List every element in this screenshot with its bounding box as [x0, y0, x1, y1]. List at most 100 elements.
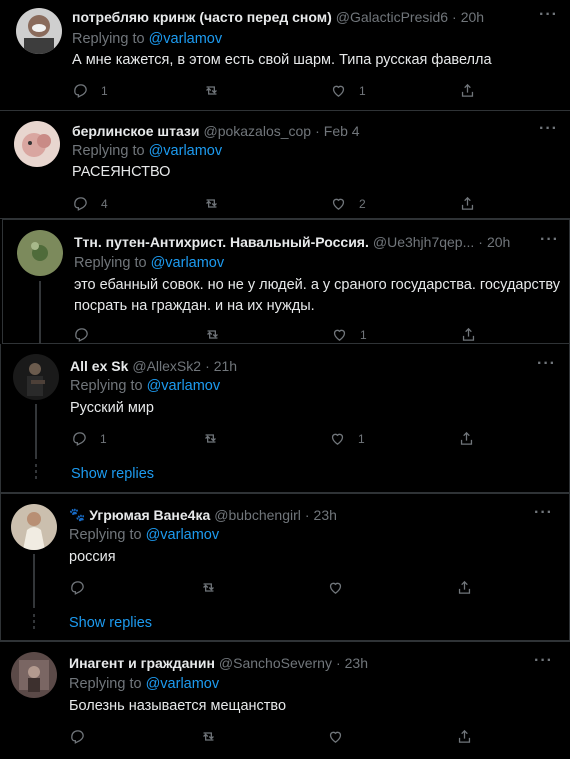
avatar[interactable]: [11, 504, 57, 550]
like-count: 1: [358, 431, 365, 446]
display-name[interactable]: All ex Sk: [70, 358, 128, 374]
like-button[interactable]: [327, 728, 344, 745]
reply-tweet[interactable]: Ттн. путен-Антихрист. Навальный-Россия. …: [2, 219, 570, 344]
reply-button[interactable]: 4: [72, 195, 108, 212]
mention-link[interactable]: @varlamov: [151, 255, 225, 271]
timestamp[interactable]: 23h: [345, 655, 368, 671]
like-button[interactable]: 1: [331, 326, 367, 343]
reply-tweet[interactable]: потребляю кринж (часто перед сном) @Gala…: [0, 0, 570, 111]
share-button[interactable]: [459, 195, 476, 212]
like-icon: [332, 85, 345, 97]
replying-to: Replying to @varlamov: [69, 676, 220, 692]
reply-tweet[interactable]: All ex Sk @AllexSk2 · 21h ··· Replying t…: [0, 344, 570, 493]
retweet-button[interactable]: [203, 82, 220, 99]
user-handle[interactable]: @pokazalos_cop: [203, 123, 311, 139]
retweet-button[interactable]: [202, 430, 219, 447]
share-icon: [462, 327, 475, 341]
separator-dot: ·: [304, 507, 310, 523]
share-icon: [461, 196, 474, 210]
avatar[interactable]: [14, 121, 60, 167]
share-button[interactable]: [456, 579, 473, 596]
retweet-button[interactable]: [204, 326, 221, 343]
more-icon[interactable]: ···: [539, 6, 558, 24]
more-icon[interactable]: ···: [537, 355, 556, 373]
mention-link[interactable]: @varlamov: [146, 527, 220, 543]
show-replies-link[interactable]: Show replies: [71, 466, 154, 482]
retweet-icon: [203, 732, 214, 741]
reply-tweet[interactable]: Инагент и гражданин @SanchoSeverny · 23h…: [0, 641, 570, 759]
timestamp[interactable]: 21h: [214, 358, 237, 374]
share-button[interactable]: [456, 728, 473, 745]
retweet-button[interactable]: [203, 195, 220, 212]
reply-button[interactable]: [69, 579, 86, 596]
show-replies-link[interactable]: Show replies: [69, 615, 152, 631]
reply-icon: [71, 730, 84, 744]
like-count: 2: [359, 196, 366, 211]
timestamp[interactable]: 20h: [487, 234, 510, 250]
user-handle[interactable]: @SanchoSeverny: [219, 655, 332, 671]
like-button[interactable]: 1: [330, 82, 366, 99]
more-icon[interactable]: ···: [539, 120, 558, 138]
separator-dot: ·: [478, 234, 483, 250]
replying-to: Replying to @varlamov: [69, 527, 220, 543]
reply-button[interactable]: [69, 728, 86, 745]
mention-link[interactable]: @varlamov: [147, 378, 221, 394]
user-handle[interactable]: @GalacticPresid6: [336, 9, 448, 25]
avatar[interactable]: [16, 8, 62, 54]
more-icon[interactable]: ···: [534, 504, 553, 522]
tweet-actions: 4 2: [72, 195, 492, 215]
user-handle[interactable]: @bubchengirl: [214, 507, 301, 523]
more-icon[interactable]: ···: [540, 231, 559, 249]
separator-dot: ·: [335, 655, 341, 671]
share-button[interactable]: [458, 430, 475, 447]
avatar[interactable]: [17, 230, 63, 276]
tweet-actions: 1 1: [72, 82, 492, 102]
share-button[interactable]: [460, 326, 477, 343]
share-button[interactable]: [459, 82, 476, 99]
retweet-button[interactable]: [200, 579, 217, 596]
like-icon: [331, 433, 344, 445]
retweet-icon: [205, 434, 216, 443]
like-button[interactable]: 1: [329, 430, 365, 447]
tweet-text: Болезнь называется мещанство: [69, 698, 287, 714]
reply-button[interactable]: 1: [71, 430, 107, 447]
replying-to: Replying to @varlamov: [70, 378, 221, 394]
share-icon: [460, 431, 473, 445]
user-handle[interactable]: @AllexSk2: [132, 358, 201, 374]
reply-count: 1: [101, 83, 108, 98]
separator-dot: ·: [315, 123, 320, 139]
mention-link[interactable]: @varlamov: [149, 143, 223, 159]
user-handle[interactable]: @Ue3hjh7qep...: [373, 234, 474, 250]
like-button[interactable]: [327, 579, 344, 596]
retweet-icon: [206, 199, 217, 208]
retweet-button[interactable]: [200, 728, 217, 745]
retweet-icon: [206, 86, 217, 95]
avatar[interactable]: [11, 652, 57, 698]
thread-line: [33, 554, 35, 608]
more-icon[interactable]: ···: [534, 652, 553, 670]
display-name[interactable]: Угрюмая Ване4ка: [89, 507, 210, 523]
display-name[interactable]: берлинское штази: [72, 123, 199, 139]
tweet-text: Русский мир: [70, 400, 154, 416]
display-name[interactable]: Ттн. путен-Антихрист. Навальный-Россия.: [74, 234, 369, 250]
mention-link[interactable]: @varlamov: [146, 676, 220, 692]
retweet-icon: [203, 583, 214, 592]
reply-icon: [75, 328, 88, 342]
avatar[interactable]: [13, 354, 59, 400]
replying-to: Replying to @varlamov: [72, 31, 223, 47]
replying-to: Replying to @varlamov: [72, 143, 223, 159]
reply-tweet[interactable]: берлинское штази @pokazalos_cop · Feb 4 …: [0, 111, 570, 219]
reply-icon: [74, 84, 87, 98]
thread-line: [35, 404, 37, 459]
timestamp[interactable]: 23h: [314, 507, 337, 523]
timestamp[interactable]: Feb 4: [324, 123, 360, 139]
reply-tweet[interactable]: 🐾 Угрюмая Ване4ка @bubchengirl · 23h ···…: [0, 493, 570, 641]
mention-link[interactable]: @varlamov: [149, 31, 223, 47]
reply-button[interactable]: [73, 326, 90, 343]
display-name[interactable]: потребляю кринж (часто перед сном): [72, 9, 332, 25]
timestamp[interactable]: 20h: [461, 9, 484, 25]
reply-button[interactable]: 1: [72, 82, 108, 99]
like-button[interactable]: 2: [330, 195, 366, 212]
reply-count: 1: [100, 431, 107, 446]
display-name[interactable]: Инагент и гражданин: [69, 655, 215, 671]
